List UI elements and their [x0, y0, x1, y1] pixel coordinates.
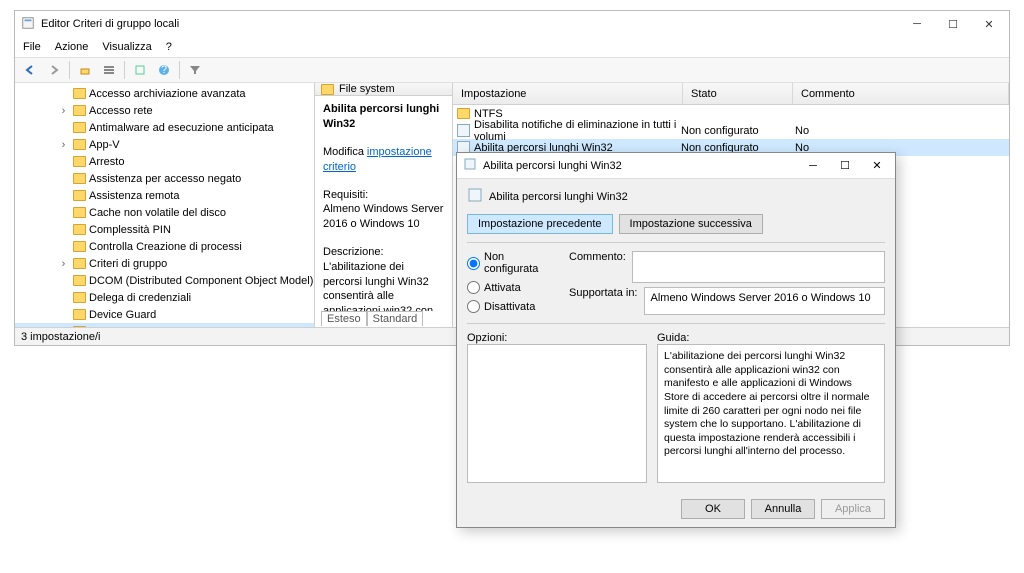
tree-item[interactable]: ›Criteri di gruppo [15, 255, 314, 272]
folder-icon [73, 224, 86, 235]
up-button[interactable] [74, 59, 96, 81]
maximize-button[interactable]: ☐ [935, 12, 971, 36]
folder-icon [73, 207, 86, 218]
radio-disattivata[interactable]: Disattivata [467, 300, 557, 313]
app-icon [21, 16, 35, 33]
policy-dialog: Abilita percorsi lunghi Win32 ─ ☐ ✕ Abil… [456, 152, 896, 528]
tree-item[interactable]: Accesso archiviazione avanzata [15, 85, 314, 102]
folder-icon [73, 139, 86, 150]
forward-button[interactable] [43, 59, 65, 81]
titlebar: Editor Criteri di gruppo locali ─ ☐ ✕ [15, 11, 1009, 37]
folder-icon [321, 84, 334, 95]
setting-title: Abilita percorsi lunghi Win32 [323, 103, 439, 130]
folder-icon [73, 241, 86, 252]
svg-text:?: ? [161, 64, 167, 76]
close-button[interactable]: ✕ [971, 12, 1007, 36]
tree-item[interactable]: Complessità PIN [15, 221, 314, 238]
col-commento[interactable]: Commento [793, 83, 1009, 104]
dialog-heading: Abilita percorsi lunghi Win32 [489, 191, 628, 203]
tree-item[interactable]: Controlla Creazione di processi [15, 238, 314, 255]
radio-attivata[interactable]: Attivata [467, 281, 557, 294]
col-stato[interactable]: Stato [683, 83, 793, 104]
window-title: Editor Criteri di gruppo locali [41, 18, 179, 30]
toolbar: ? [15, 57, 1009, 83]
filter-button[interactable] [184, 59, 206, 81]
comment-label: Commento: [569, 251, 626, 283]
menu-help[interactable]: ? [166, 41, 172, 53]
minimize-button[interactable]: ─ [899, 12, 935, 36]
guide-label: Guida: [657, 332, 885, 344]
folder-icon [73, 326, 86, 327]
radio-non-configurata[interactable]: Non configurata [467, 251, 557, 275]
dialog-title: Abilita percorsi lunghi Win32 [483, 160, 622, 172]
folder-icon [73, 122, 86, 133]
list-button[interactable] [98, 59, 120, 81]
tree-item[interactable]: Arresto [15, 153, 314, 170]
export-button[interactable] [129, 59, 151, 81]
folder-icon [73, 173, 86, 184]
guide-box: L'abilitazione dei percorsi lunghi Win32… [657, 344, 885, 483]
menu-file[interactable]: File [23, 41, 41, 53]
tree-item[interactable]: ›File system [15, 323, 314, 327]
menu-action[interactable]: Azione [55, 41, 89, 53]
ok-button[interactable]: OK [681, 499, 745, 519]
folder-icon [73, 292, 86, 303]
tree-pane[interactable]: Accesso archiviazione avanzata›Accesso r… [15, 83, 315, 327]
folder-icon [73, 105, 86, 116]
tree-item[interactable]: Device Guard [15, 306, 314, 323]
tree-item[interactable]: Assistenza remota [15, 187, 314, 204]
dialog-icon [463, 157, 477, 174]
comment-textarea[interactable] [632, 251, 885, 283]
support-label: Supportata in: [569, 287, 638, 299]
menu-view[interactable]: Visualizza [102, 41, 151, 53]
tree-item[interactable]: ›App-V [15, 136, 314, 153]
prev-setting-button[interactable]: Impostazione precedente [467, 214, 613, 234]
back-button[interactable] [19, 59, 41, 81]
description-panel: File system Abilita percorsi lunghi Win3… [315, 83, 453, 327]
dialog-close[interactable]: ✕ [861, 155, 893, 177]
next-setting-button[interactable]: Impostazione successiva [619, 214, 763, 234]
support-text: Almeno Windows Server 2016 o Windows 10 [644, 287, 886, 315]
tree-item[interactable]: ›Accesso rete [15, 102, 314, 119]
tab-standard[interactable]: Standard [367, 311, 424, 326]
folder-icon [73, 309, 86, 320]
tree-item[interactable]: Delega di credenziali [15, 289, 314, 306]
tree-item[interactable]: DCOM (Distributed Component Object Model… [15, 272, 314, 289]
dialog-maximize[interactable]: ☐ [829, 155, 861, 177]
options-box [467, 344, 647, 483]
tree-item[interactable]: Assistenza per accesso negato [15, 170, 314, 187]
list-row[interactable]: Disabilita notifiche di eliminazione in … [453, 122, 1009, 139]
desc-header-text: File system [339, 83, 395, 95]
tree-item[interactable]: Antimalware ad esecuzione anticipata [15, 119, 314, 136]
dialog-setting-icon [467, 187, 483, 206]
tab-esteso[interactable]: Esteso [321, 311, 367, 326]
col-impostazione[interactable]: Impostazione [453, 83, 683, 104]
cancel-button[interactable]: Annulla [751, 499, 815, 519]
tree-item[interactable]: Cache non volatile del disco [15, 204, 314, 221]
help-icon[interactable]: ? [153, 59, 175, 81]
menubar: File Azione Visualizza ? [15, 37, 1009, 57]
folder-icon [73, 88, 86, 99]
folder-icon [73, 190, 86, 201]
options-label: Opzioni: [467, 332, 647, 344]
folder-icon [73, 258, 86, 269]
dialog-minimize[interactable]: ─ [797, 155, 829, 177]
folder-icon [73, 275, 86, 286]
folder-icon [73, 156, 86, 167]
apply-button[interactable]: Applica [821, 499, 885, 519]
